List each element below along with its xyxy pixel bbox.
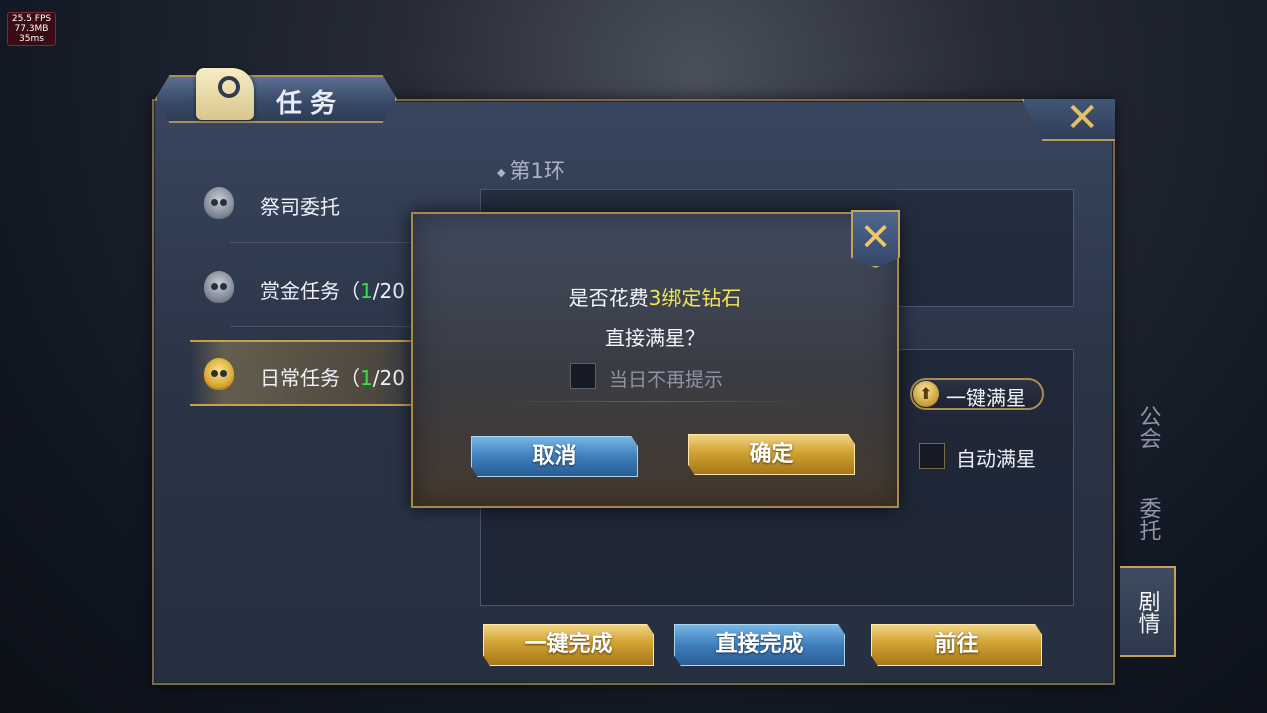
dialog-message-line2: 直接满星？ xyxy=(605,326,705,350)
arrow-up-icon: ⬆ xyxy=(913,381,939,407)
divider xyxy=(230,242,420,243)
task-item-priest[interactable]: 祭司委托 xyxy=(190,175,420,235)
ring-label: ◆ 第1环 xyxy=(497,159,565,183)
tab-story[interactable]: 剧情 xyxy=(1120,566,1176,657)
close-icon: ✕ xyxy=(859,215,892,259)
task-label: 日常任务（1/20 xyxy=(260,366,405,390)
dialog-close-button[interactable]: ✕ xyxy=(851,210,900,268)
scroll-icon xyxy=(196,68,254,120)
fps-text: 25.5 FPS xyxy=(11,14,52,24)
auto-star-checkbox[interactable] xyxy=(919,443,945,469)
page-title: 任务 xyxy=(276,89,345,119)
gold-skull-icon xyxy=(204,358,234,390)
direct-complete-button[interactable]: 直接完成 xyxy=(674,624,845,666)
no-remind-checkbox[interactable] xyxy=(570,363,596,389)
fps-overlay: 25.5 FPS 77.3MB 35ms xyxy=(7,12,56,46)
dialog-divider xyxy=(500,401,810,402)
tab-commission[interactable]: 委托 xyxy=(1120,484,1176,554)
diamond-bullet-icon: ◆ xyxy=(497,165,506,179)
one-key-star-label: 一键满星 xyxy=(946,386,1026,410)
close-icon: ✕ xyxy=(1065,95,1099,141)
dialog-message-line1: 是否花费3绑定钻石 xyxy=(568,286,742,310)
cost-highlight: 3绑定钻石 xyxy=(648,286,742,310)
one-key-complete-button[interactable]: 一键完成 xyxy=(483,624,654,666)
one-key-star-button[interactable]: ⬆ 一键满星 xyxy=(910,378,1044,410)
task-label: 祭司委托 xyxy=(260,195,340,219)
tab-guild[interactable]: 公会 xyxy=(1120,392,1176,462)
cancel-button[interactable]: 取消 xyxy=(471,436,638,477)
latency-text: 35ms xyxy=(19,34,44,44)
auto-star-label: 自动满星 xyxy=(956,447,1036,471)
confirm-button[interactable]: 确定 xyxy=(688,434,855,475)
skull-icon xyxy=(204,187,234,219)
goto-button[interactable]: 前往 xyxy=(871,624,1042,666)
no-remind-label: 当日不再提示 xyxy=(609,369,724,391)
memory-text: 77.3MB xyxy=(14,24,49,34)
